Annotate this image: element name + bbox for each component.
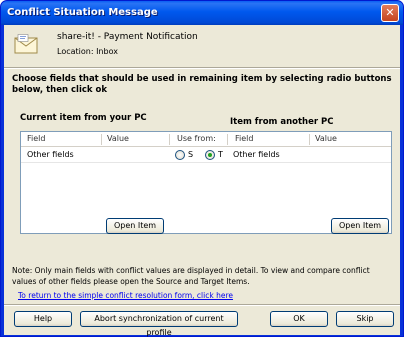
dialog-client-area: share-it! - Payment Notification Locatio… [4,25,400,337]
item-location: Location: Inbox [57,47,118,56]
use-target-label: T [218,150,223,159]
note-text: Note: Only main fields with conflict val… [12,266,370,286]
header-divider [169,134,170,145]
skip-button[interactable]: Skip [336,311,394,327]
use-target-radio[interactable] [205,150,215,160]
header-divider [227,134,228,145]
header-field-right: Field [235,134,254,143]
help-button[interactable]: Help [14,311,72,327]
other-item-heading: Item from another PC [230,117,334,127]
footer-divider [4,304,400,306]
window-title: Conflict Situation Message [7,7,158,18]
header-divider [309,134,310,145]
conflict-dialog-window: Conflict Situation Message ✕ share-it! -… [0,0,404,337]
open-item-left-button[interactable]: Open Item [106,218,164,234]
use-source-radio[interactable] [175,150,185,160]
header-divider [101,134,102,145]
grid-header: Field Value Use from: Field Value [21,132,391,147]
use-source-label: S [188,150,194,159]
item-header: share-it! - Payment Notification Locatio… [4,25,400,67]
open-item-right-button[interactable]: Open Item [331,218,389,234]
title-bar[interactable]: Conflict Situation Message ✕ [1,1,403,25]
table-row: Other fields S T Other fields [21,147,391,163]
header-use-from: Use from: [177,134,216,143]
close-button[interactable]: ✕ [381,4,399,22]
row-field-left: Other fields [27,150,74,159]
item-subject: share-it! - Payment Notification [57,32,198,42]
header-field-left: Field [27,134,46,143]
instruction-text: Choose fields that should be used in rem… [12,74,392,95]
current-item-heading: Current item from your PC [20,113,147,123]
ok-button[interactable]: OK [270,311,328,327]
header-value-left: Value [107,134,129,143]
header-value-right: Value [315,134,337,143]
row-field-right: Other fields [233,150,280,159]
mail-envelope-icon [14,34,38,54]
simple-form-link[interactable]: To return to the simple conflict resolut… [18,291,233,300]
abort-sync-button[interactable]: Abort synchronization of current profile [80,311,238,337]
header-divider [4,67,400,69]
